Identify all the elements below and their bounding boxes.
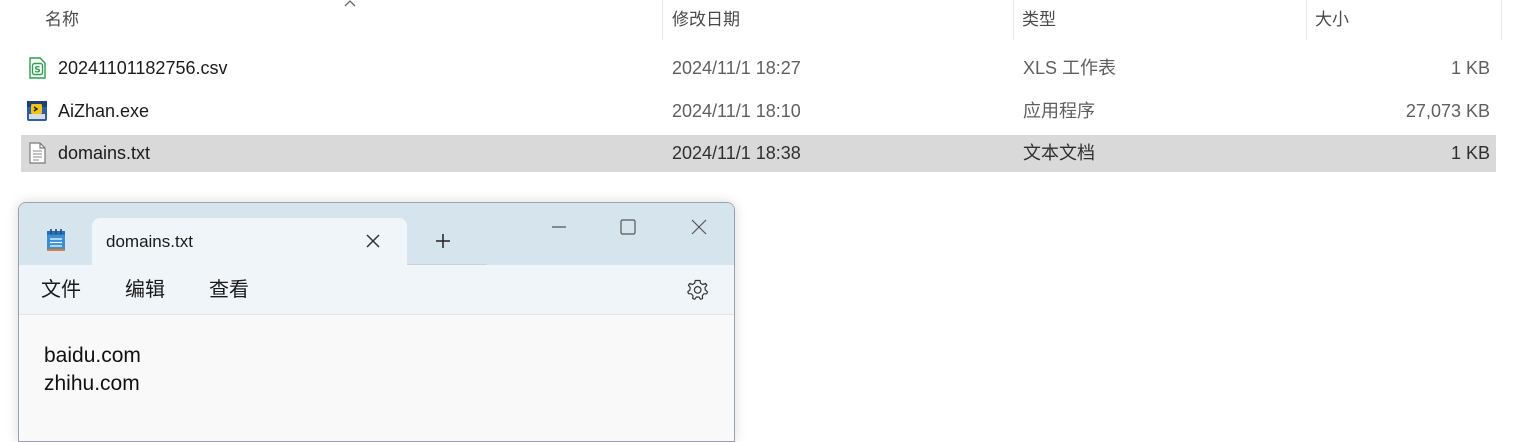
- column-divider[interactable]: [1501, 0, 1502, 40]
- menu-view[interactable]: 查看: [209, 265, 249, 315]
- close-window-icon[interactable]: [689, 217, 709, 237]
- svg-text:S: S: [34, 66, 40, 76]
- close-tab-icon[interactable]: [364, 232, 382, 250]
- file-modified: 2024/11/1 18:10: [672, 101, 801, 121]
- file-type: 文本文档: [1023, 143, 1095, 163]
- file-name: domains.txt: [58, 143, 151, 163]
- menu-file[interactable]: 文件: [41, 265, 81, 315]
- notepad-app-icon: [47, 229, 65, 251]
- exe-file-icon: [27, 101, 47, 121]
- editor-line: zhihu.com: [44, 372, 140, 395]
- sort-ascending-icon: [344, 0, 356, 7]
- tab-title: domains.txt: [106, 232, 193, 251]
- settings-gear-icon[interactable]: [686, 278, 710, 302]
- file-row[interactable]: S 20241101182756.csv 2024/11/1 18:27 XLS…: [21, 50, 1496, 87]
- file-modified: 2024/11/1 18:27: [672, 58, 801, 78]
- menu-bar: 文件 编辑 查看: [19, 265, 734, 315]
- file-size: 27,073 KB: [1405, 101, 1490, 121]
- file-modified: 2024/11/1 18:38: [672, 143, 801, 163]
- file-type: 应用程序: [1023, 101, 1095, 121]
- file-size: 1 KB: [1450, 143, 1490, 163]
- text-editor-area[interactable]: baidu.com zhihu.com: [19, 315, 734, 441]
- title-bar[interactable]: domains.txt: [19, 203, 734, 266]
- column-modified-header[interactable]: 修改日期: [672, 0, 740, 40]
- column-type-header[interactable]: 类型: [1022, 0, 1056, 40]
- column-header: 名称 修改日期 类型 大小: [0, 0, 1535, 40]
- new-tab-icon[interactable]: [433, 231, 453, 251]
- column-name-header[interactable]: 名称: [45, 0, 79, 40]
- maximize-icon[interactable]: [618, 217, 638, 237]
- txt-file-icon: [29, 142, 46, 164]
- column-divider[interactable]: [662, 0, 663, 40]
- minimize-icon[interactable]: [549, 217, 569, 237]
- menu-edit[interactable]: 编辑: [125, 265, 165, 315]
- column-divider[interactable]: [1013, 0, 1014, 40]
- file-type: XLS 工作表: [1023, 58, 1117, 78]
- file-name: 20241101182756.csv: [58, 58, 228, 78]
- file-row[interactable]: AiZhan.exe 2024/11/1 18:10 应用程序 27,073 K…: [21, 93, 1496, 130]
- file-name: AiZhan.exe: [58, 101, 150, 121]
- column-divider[interactable]: [1306, 0, 1307, 40]
- editor-line: baidu.com: [44, 344, 141, 367]
- column-size-header[interactable]: 大小: [1315, 0, 1349, 40]
- file-size: 1 KB: [1450, 58, 1490, 78]
- file-row-selected[interactable]: domains.txt 2024/11/1 18:38 文本文档 1 KB: [21, 135, 1496, 172]
- csv-file-icon: S: [29, 57, 46, 79]
- notepad-window: domains.txt 文件 编辑 查看 baidu.com zhihu.com: [18, 202, 735, 442]
- tab-domains-txt[interactable]: domains.txt: [92, 218, 407, 266]
